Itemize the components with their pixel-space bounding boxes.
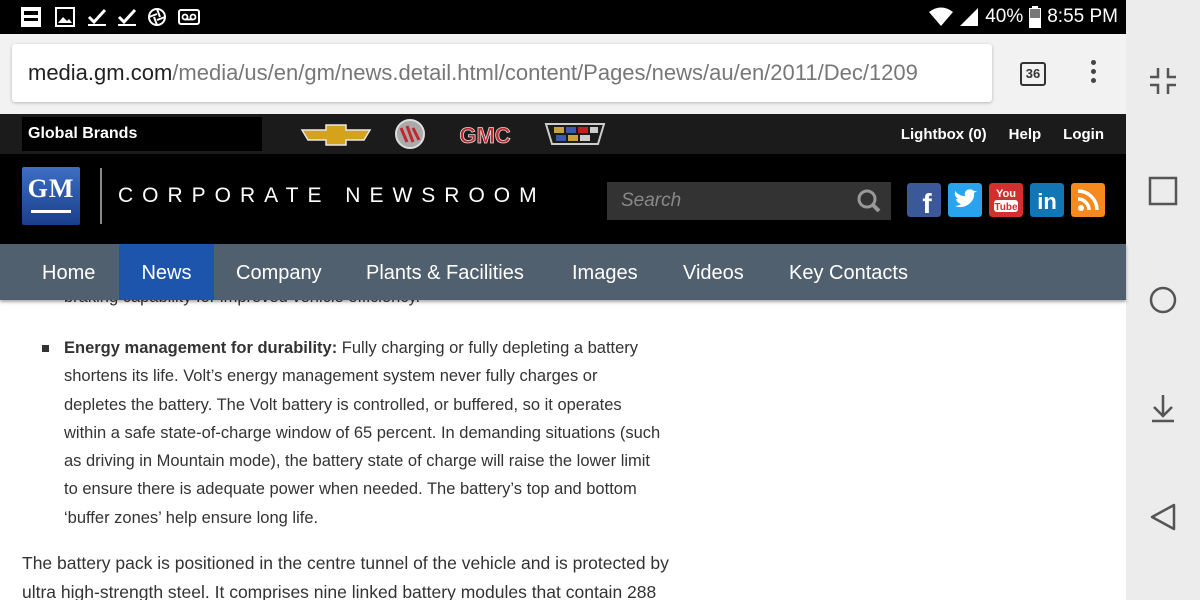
home-icon[interactable]: [1148, 285, 1178, 315]
help-link[interactable]: Help: [1009, 126, 1042, 143]
facebook-icon[interactable]: f: [907, 183, 941, 217]
aperture-icon: [148, 8, 166, 26]
nav-videos[interactable]: Videos: [661, 244, 766, 300]
check-icon: [87, 8, 107, 26]
screen: 40% 8:55 PM media.gm.com/media/us/en/gm/…: [0, 0, 1200, 600]
battery-icon: [1029, 6, 1042, 28]
voicemail-icon: [178, 9, 200, 25]
svg-text:f: f: [922, 188, 932, 217]
header-divider: [100, 168, 102, 224]
notification-pull-icon[interactable]: [1148, 393, 1178, 423]
bullet-body: Fully charging or fully depleting a batt…: [64, 339, 661, 527]
nav-home[interactable]: Home: [20, 244, 117, 300]
gm-logo[interactable]: GM: [22, 167, 80, 225]
global-brands-dropdown[interactable]: Global Brands: [22, 117, 262, 151]
article-paragraph: The battery pack is positioned in the ce…: [22, 553, 669, 600]
buick-logo[interactable]: [393, 118, 427, 150]
browser-menu-icon[interactable]: [1086, 60, 1100, 90]
url-field[interactable]: media.gm.com/media/us/en/gm/news.detail.…: [12, 44, 992, 102]
battery-percent: 40%: [985, 6, 1024, 27]
wifi-icon: [929, 7, 954, 26]
bullet-title: Energy management for durability:: [64, 339, 338, 357]
search-input[interactable]: Search: [607, 182, 847, 220]
svg-text:GMC: GMC: [459, 123, 510, 148]
lightbox-link[interactable]: Lightbox (0): [901, 126, 987, 143]
svg-text:in: in: [1037, 189, 1057, 214]
twitter-icon[interactable]: [948, 183, 982, 217]
url-path: /media/us/en/gm/news.detail.html/content…: [172, 60, 918, 85]
status-right: 40% 8:55 PM: [929, 0, 1118, 34]
bullet-marker: [42, 345, 49, 352]
nav-images[interactable]: Images: [550, 244, 660, 300]
recent-apps-icon[interactable]: [1148, 176, 1178, 206]
linkedin-icon[interactable]: in: [1030, 183, 1064, 217]
svg-text:You: You: [996, 188, 1016, 200]
gmc-logo[interactable]: GMC: [448, 118, 522, 150]
site-title: CORPORATE NEWSROOM: [118, 184, 546, 207]
image-icon: [55, 7, 75, 27]
nav-news[interactable]: News: [119, 244, 214, 300]
rss-icon[interactable]: [1071, 183, 1105, 217]
url-host: media.gm.com: [28, 60, 173, 85]
back-icon[interactable]: [1148, 502, 1178, 532]
nav-company[interactable]: Company: [214, 244, 344, 300]
clock: 8:55 PM: [1047, 6, 1118, 27]
youtube-icon[interactable]: You Tube: [989, 183, 1023, 217]
site-header: GM CORPORATE NEWSROOM Search f You Tube i…: [0, 154, 1126, 244]
main-nav: Home News Company Plants & Facilities Im…: [0, 244, 1126, 300]
top-links: Lightbox (0) Help Login: [901, 114, 1104, 154]
browser-toolbar: media.gm.com/media/us/en/gm/news.detail.…: [0, 34, 1126, 114]
brands-bar: Global Brands GMC Lightbox (0) Help Logi…: [0, 114, 1126, 154]
login-link[interactable]: Login: [1063, 126, 1104, 143]
notification-app-icon: [21, 7, 41, 27]
exit-fullscreen-icon[interactable]: [1148, 66, 1178, 96]
bullet-item: Energy management for durability: Fully …: [64, 334, 664, 532]
nav-key-contacts[interactable]: Key Contacts: [767, 244, 930, 300]
system-nav-bar: [1126, 0, 1200, 600]
status-bar: 40% 8:55 PM: [0, 0, 1126, 34]
article-body: braking capability for improved vehicle …: [0, 280, 1126, 600]
tab-switcher-button[interactable]: 36: [1020, 62, 1046, 86]
chevrolet-logo[interactable]: [300, 118, 372, 150]
signal-icon: [960, 8, 979, 26]
search-icon: [857, 189, 881, 213]
cadillac-logo[interactable]: [544, 118, 606, 150]
svg-text:Tube: Tube: [994, 202, 1018, 213]
search-button[interactable]: [847, 182, 891, 220]
nav-plants-facilities[interactable]: Plants & Facilities: [344, 244, 546, 300]
check-icon: [117, 8, 137, 26]
gm-logo-text: GM: [27, 174, 75, 203]
